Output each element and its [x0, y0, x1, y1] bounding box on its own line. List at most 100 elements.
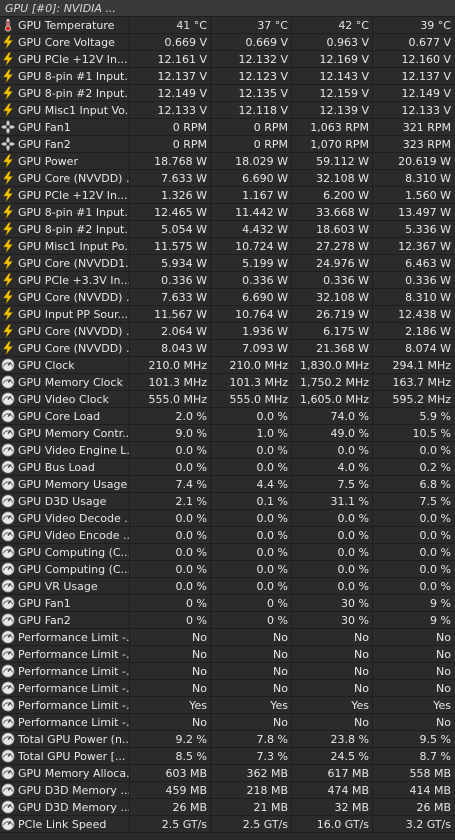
maximum-value: 16.0 GT/s [292, 815, 373, 833]
maximum-value: 33.668 W [292, 203, 373, 221]
gauge-icon [1, 613, 15, 627]
average-value: 0.0 % [419, 528, 451, 542]
sensor-row[interactable]: GPU 8-pin #1 Input... 12.137 V 12.123 V 12.… [0, 67, 455, 85]
minimum-value: 10.724 W [211, 237, 292, 255]
sensor-row[interactable]: GPU D3D Memory ... 26 MB 21 MB 32 MB 26 MB [0, 798, 455, 816]
average-value: 20.619 W [398, 154, 451, 168]
average-value: 5.336 W [405, 222, 451, 236]
average-value: Yes [433, 698, 451, 712]
sensor-row[interactable]: GPU VR Usage 0.0 % 0.0 % 0.0 % 0.0 % [0, 577, 455, 595]
sensor-row[interactable]: GPU Clock 210.0 MHz 210.0 MHz 1,830.0 MHz 29… [0, 356, 455, 374]
sensor-label: GPU Misc1 Input Vo... [18, 103, 129, 117]
sensor-row[interactable]: GPU Core Voltage 0.669 V 0.669 V 0.963 V 0.6… [0, 33, 455, 51]
sensor-row[interactable]: Performance Limit -... No No No No [0, 679, 455, 697]
current-value: 0 RPM [130, 135, 211, 153]
sensor-row[interactable]: Performance Limit -... No No No No [0, 713, 455, 731]
minimum-value: 0.0 % [211, 441, 292, 459]
sensor-row[interactable]: GPU Video Engine L... 0.0 % 0.0 % 0.0 % 0.0 … [0, 441, 455, 459]
current-value: 7.633 W [130, 169, 211, 187]
sensor-name-cell: GPU Fan2 [0, 135, 130, 153]
minimum-value: 0.1 % [211, 492, 292, 510]
sensor-row[interactable]: GPU Memory Contr... 9.0 % 1.0 % 49.0 % 10.5 … [0, 424, 455, 442]
average-value: 558 MB [409, 766, 451, 780]
maximum-value: 59.112 W [292, 152, 373, 170]
sensor-label: Performance Limit -... [18, 630, 129, 644]
sensor-row[interactable]: GPU Core (NVVDD) ... 8.043 W 7.093 W 21.368… [0, 339, 455, 357]
sensor-row[interactable]: GPU Computing (C... 0.0 % 0.0 % 0.0 % 0.0 % [0, 560, 455, 578]
sensor-row[interactable]: Performance Limit -... No No No No [0, 645, 455, 663]
sensor-row[interactable]: GPU Memory Usage 7.4 % 4.4 % 7.5 % 6.8 % [0, 475, 455, 493]
sensor-row[interactable]: Total GPU Power [... 8.5 % 7.3 % 24.5 % 8.7 … [0, 747, 455, 765]
sensor-row[interactable]: GPU D3D Memory ... 459 MB 218 MB 474 MB 414 … [0, 781, 455, 799]
lightning-icon [1, 205, 15, 219]
sensor-label: GPU Misc1 Input Po... [18, 239, 129, 253]
sensor-row[interactable]: GPU Fan2 0 % 0 % 30 % 9 % [0, 611, 455, 629]
sensor-label: GPU Core (NVVDD1... [18, 256, 129, 270]
sensor-row[interactable]: GPU D3D Usage 2.1 % 0.1 % 31.1 % 7.5 % [0, 492, 455, 510]
sensor-row[interactable]: GPU Core (NVVDD) ... 2.064 W 1.936 W 6.175 … [0, 322, 455, 340]
current-value: 12.133 V [130, 101, 211, 119]
minimum-value: 2.5 GT/s [211, 815, 292, 833]
average-value: 5.9 % [419, 409, 451, 423]
gauge-icon [1, 426, 15, 440]
sensor-name-cell: GPU Bus Load [0, 458, 130, 476]
sensor-row[interactable]: GPU PCIe +12V In... 12.161 V 12.132 V 12.16… [0, 50, 455, 68]
maximum-value: 31.1 % [292, 492, 373, 510]
maximum-value: 32.108 W [292, 288, 373, 306]
sensor-label: Total GPU Power [... [18, 749, 126, 763]
maximum-value: 1,750.2 MHz [292, 373, 373, 391]
sensor-row[interactable]: GPU 8-pin #1 Input... 12.465 W 11.442 W 33.… [0, 203, 455, 221]
sensor-row[interactable]: GPU Misc1 Input Po... 11.575 W 10.724 W 27.… [0, 237, 455, 255]
current-value: 12.161 V [130, 50, 211, 68]
sensor-name-cell: GPU Video Engine L... [0, 441, 130, 459]
sensor-row[interactable]: GPU Core (NVVDD) ... 7.633 W 6.690 W 32.108… [0, 169, 455, 187]
sensor-row[interactable]: GPU PCIe +3.3V In... 0.336 W 0.336 W 0.336 … [0, 271, 455, 289]
sensor-row[interactable]: GPU Core (NVVDD1... 5.934 W 5.199 W 24.976 … [0, 254, 455, 272]
current-value: 12.149 V [130, 84, 211, 102]
sensor-row[interactable]: PCIe Link Speed 2.5 GT/s 2.5 GT/s 16.0 GT/s… [0, 815, 455, 833]
group-header-cell[interactable]: GPU [#0]: NVIDIA ... [0, 0, 455, 17]
current-value: 0 % [130, 611, 211, 629]
current-value: 7.4 % [130, 475, 211, 493]
average-value: 2.186 W [405, 324, 451, 338]
sensor-row[interactable]: Performance Limit -... Yes Yes Yes Yes [0, 696, 455, 714]
sensor-row[interactable]: GPU Fan2 0 RPM 0 RPM 1,070 RPM 323 RPM [0, 135, 455, 153]
sensor-row[interactable]: Total GPU Power (n... 9.2 % 7.8 % 23.8 % 9.5… [0, 730, 455, 748]
lightning-icon [1, 69, 15, 83]
current-value: No [130, 679, 211, 697]
average-value: 8.310 W [405, 171, 451, 185]
fan-icon [1, 120, 15, 134]
group-header-row[interactable]: GPU [#0]: NVIDIA ... [0, 0, 455, 17]
sensor-row[interactable]: GPU Misc1 Input Vo... 12.133 V 12.118 V 12.… [0, 101, 455, 119]
sensor-row[interactable]: Performance Limit -... No No No No [0, 662, 455, 680]
sensor-row[interactable]: GPU Temperature 41 °C 37 °C 42 °C 39 °C [0, 16, 455, 34]
sensor-row[interactable]: GPU Computing (C... 0.0 % 0.0 % 0.0 % 0.0 % [0, 543, 455, 561]
sensor-row[interactable]: GPU Fan1 0 % 0 % 30 % 9 % [0, 594, 455, 612]
minimum-value: 6.690 W [211, 169, 292, 187]
sensor-row[interactable]: Performance Limit -... No No No No [0, 628, 455, 646]
minimum-value: 0.0 % [211, 560, 292, 578]
sensor-label: GPU PCIe +3.3V In... [18, 273, 129, 287]
sensor-row[interactable]: GPU Core Load 2.0 % 0.0 % 74.0 % 5.9 % [0, 407, 455, 425]
sensor-row[interactable]: GPU Bus Load 0.0 % 0.0 % 4.0 % 0.2 % [0, 458, 455, 476]
sensor-label: GPU Computing (C... [18, 562, 129, 576]
sensor-row[interactable]: GPU 8-pin #2 Input... 12.149 V 12.135 V 12.… [0, 84, 455, 102]
sensor-row[interactable]: GPU PCIe +12V In... 1.326 W 1.167 W 6.200 W… [0, 186, 455, 204]
lightning-icon [1, 273, 15, 287]
sensor-name-cell: GPU Fan2 [0, 611, 130, 629]
sensor-row[interactable]: GPU 8-pin #2 Input... 5.054 W 4.432 W 18.60… [0, 220, 455, 238]
sensor-row[interactable]: GPU Memory Clock 101.3 MHz 101.3 MHz 1,750.… [0, 373, 455, 391]
sensor-row[interactable]: GPU Video Encode ... 0.0 % 0.0 % 0.0 % 0.0 % [0, 526, 455, 544]
sensor-row[interactable]: GPU Video Decode ... 0.0 % 0.0 % 0.0 % 0.0 % [0, 509, 455, 527]
sensor-name-cell: GPU D3D Memory ... [0, 798, 130, 816]
sensor-row[interactable]: GPU Input PP Sour... 11.567 W 10.764 W 26.7… [0, 305, 455, 323]
minimum-value: 362 MB [211, 764, 292, 782]
average-value: 12.367 W [398, 239, 451, 253]
sensor-row[interactable]: GPU Memory Alloca... 603 MB 362 MB 617 MB 55… [0, 764, 455, 782]
sensor-row[interactable]: GPU Fan1 0 RPM 0 RPM 1,063 RPM 321 RPM [0, 118, 455, 136]
sensor-row[interactable]: GPU Video Clock 555.0 MHz 555.0 MHz 1,605.0… [0, 390, 455, 408]
sensor-row[interactable]: GPU Power 18.768 W 18.029 W 59.112 W 20.619 … [0, 152, 455, 170]
gauge-icon [1, 783, 15, 797]
current-value: 0.336 W [130, 271, 211, 289]
sensor-row[interactable]: GPU Core (NVVDD) ... 7.633 W 6.690 W 32.108… [0, 288, 455, 306]
